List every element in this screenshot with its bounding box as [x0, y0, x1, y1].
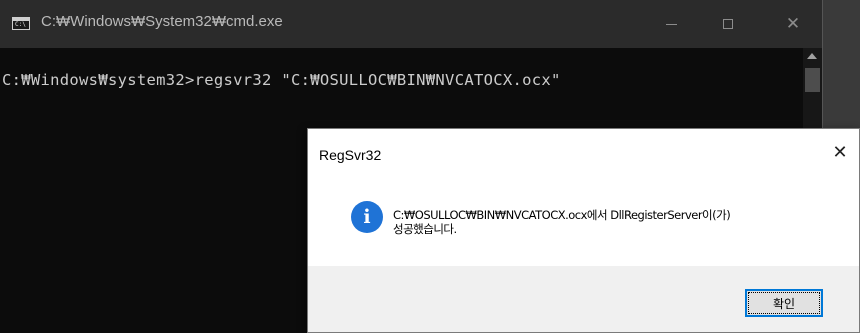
maximize-icon: [723, 19, 733, 29]
close-icon: ✕: [785, 14, 801, 34]
information-icon: i: [351, 201, 383, 233]
dialog-title: RegSvr32: [319, 147, 382, 163]
cmd-app-icon-prompt: C:\: [15, 21, 26, 28]
dialog-close-button[interactable]: ✕: [825, 137, 855, 167]
dialog-message-line-1: C:₩OSULLOC₩BIN₩NVCATOCX.ocx에서 DllRegiste…: [393, 208, 731, 222]
close-icon: ✕: [832, 141, 848, 163]
scroll-thumb[interactable]: [805, 68, 820, 92]
cmd-window-title: C:₩Windows₩System32₩cmd.exe: [41, 13, 283, 30]
scroll-up-arrow-icon[interactable]: [807, 53, 817, 59]
minimize-icon: [665, 23, 677, 25]
dialog-footer: 확인: [308, 266, 859, 332]
close-button[interactable]: ✕: [770, 0, 816, 48]
console-command-line: C:₩Windows₩system32>regsvr32 "C:₩OSULLOC…: [2, 71, 561, 89]
maximize-button[interactable]: [705, 0, 751, 48]
focus-rectangle: [748, 292, 820, 314]
dialog-message-line-2: 성공했습니다.: [393, 222, 457, 236]
information-icon-glyph: i: [363, 206, 371, 228]
cmd-titlebar[interactable]: C:\ C:₩Windows₩System32₩cmd.exe ✕: [0, 0, 822, 48]
ok-button[interactable]: 확인: [745, 289, 823, 317]
dialog-message: C:₩OSULLOC₩BIN₩NVCATOCX.ocx에서 DllRegiste…: [393, 208, 853, 236]
regsvr32-dialog: RegSvr32 ✕ i C:₩OSULLOC₩BIN₩NVCATOCX.ocx…: [307, 128, 860, 333]
cmd-app-icon[interactable]: C:\: [12, 17, 30, 30]
minimize-button[interactable]: [648, 0, 694, 48]
